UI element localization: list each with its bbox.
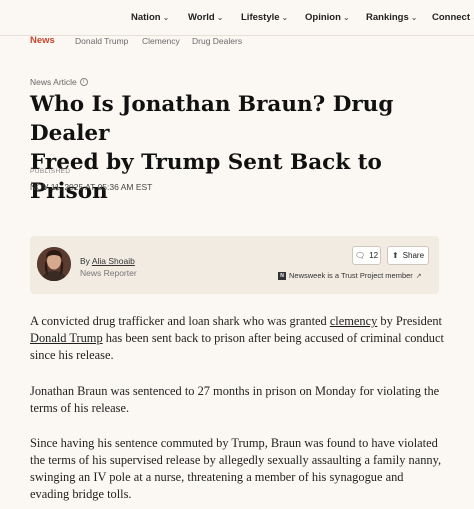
paragraph-text: A convicted drug trafficker and loan sha… — [30, 314, 330, 328]
clemency-link[interactable]: clemency — [330, 314, 377, 328]
breadcrumb-section-news[interactable]: News — [30, 35, 55, 46]
chevron-down-icon: ⌄ — [281, 13, 289, 22]
nav-label: World — [188, 12, 215, 23]
nav-item-opinion[interactable]: Opinion ⌄ — [305, 12, 350, 23]
nav-item-nation[interactable]: Nation ⌄ — [131, 12, 169, 23]
top-navigation: Nation ⌄ World ⌄ Lifestyle ⌄ Opinion ⌄ R… — [0, 0, 474, 36]
article-paragraph-1: A convicted drug trafficker and loan sha… — [30, 313, 445, 364]
nav-label: Opinion — [305, 12, 341, 23]
breadcrumb: News Donald Trump Clemency Drug Dealers — [0, 35, 474, 50]
headline-line-1: Who Is Jonathan Braun? Drug Dealer — [30, 92, 394, 146]
author-role: News Reporter — [80, 268, 137, 278]
external-link-icon: ↗ — [415, 271, 422, 280]
comment-icon: 🗨 — [354, 251, 366, 260]
share-button[interactable]: ⬆ Share — [387, 246, 429, 265]
article-paragraph-3: Since having his sentence commuted by Tr… — [30, 436, 442, 501]
chevron-down-icon: ⌄ — [162, 13, 170, 22]
byline-prefix: By — [80, 256, 90, 266]
nav-label: Rankings — [366, 12, 409, 23]
breadcrumb-tag-donald-trump[interactable]: Donald Trump — [75, 36, 128, 46]
headline-line-2: Freed by Trump Sent Back to Prison — [30, 150, 382, 204]
breadcrumb-tag-clemency[interactable]: Clemency — [142, 36, 180, 46]
trust-text: Newsweek is a Trust Project member — [289, 271, 413, 280]
chevron-down-icon: ⌄ — [342, 13, 350, 22]
share-icon: ⬆ — [391, 251, 399, 260]
avatar-portrait-icon — [37, 247, 71, 281]
article-type-label: News Article i — [30, 77, 88, 87]
breadcrumb-tag-drug-dealers[interactable]: Drug Dealers — [192, 36, 242, 46]
comment-count: 12 — [369, 251, 379, 260]
chevron-down-icon: ⌄ — [410, 13, 418, 22]
nav-item-lifestyle[interactable]: Lifestyle ⌄ — [241, 12, 288, 23]
comments-button[interactable]: 🗨 12 — [352, 246, 381, 265]
donald-trump-link[interactable]: Donald Trump — [30, 331, 103, 345]
newsweek-logo-icon: N — [278, 271, 286, 280]
nav-label: Lifestyle — [241, 12, 280, 23]
author-byline: By Alia Shoaib — [80, 256, 135, 266]
trust-project-link[interactable]: N Newsweek is a Trust Project member ↗ — [278, 271, 422, 280]
nav-label: Nation — [131, 12, 161, 23]
paragraph-text: by President — [377, 314, 442, 328]
published-label: PUBLISHED — [30, 168, 71, 175]
share-label: Share — [402, 251, 425, 260]
avatar[interactable] — [37, 247, 71, 281]
author-box: By Alia Shoaib News Reporter 🗨 12 ⬆ Shar… — [30, 236, 439, 294]
author-name-link[interactable]: Alia Shoaib — [92, 256, 135, 266]
chevron-down-icon: ⌄ — [216, 13, 224, 22]
article-type-text: News Article — [30, 77, 77, 87]
nav-item-rankings[interactable]: Rankings ⌄ — [366, 12, 417, 23]
article-paragraph-2: Jonathan Braun was sentenced to 27 month… — [30, 384, 440, 415]
nav-item-connect[interactable]: Connect ⌄ — [432, 12, 474, 23]
info-icon[interactable]: i — [79, 78, 88, 86]
published-date: NOV 11, 2025 AT 05:36 AM EST — [30, 182, 153, 192]
nav-item-world[interactable]: World ⌄ — [188, 12, 223, 23]
nav-label: Connect — [432, 12, 470, 23]
